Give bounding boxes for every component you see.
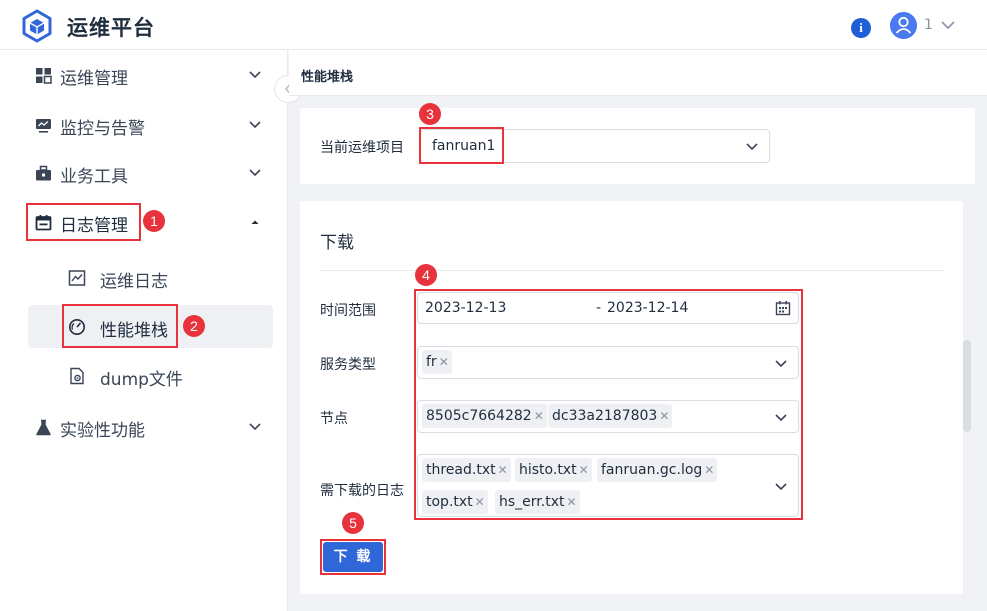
annotation-badge-1: 1 <box>143 210 165 232</box>
annotation-badge-2: 2 <box>183 315 205 337</box>
cube-logo-icon[interactable] <box>20 9 54 43</box>
file-gear-icon <box>70 367 84 385</box>
annotation-badge-4: 4 <box>415 264 437 286</box>
close-icon[interactable]: ✕ <box>659 409 669 423</box>
chevron-down-icon[interactable] <box>940 18 956 32</box>
tag[interactable]: histo.txt ✕ <box>515 458 592 482</box>
nodes-label: 节点 <box>320 411 348 427</box>
tag[interactable]: fr ✕ <box>422 350 452 374</box>
download-button[interactable]: 下 载 <box>323 542 383 572</box>
user-name[interactable]: 1 <box>924 17 933 33</box>
close-icon[interactable]: ✕ <box>566 495 576 509</box>
sidebar-item-label: 实验性功能 <box>60 421 145 441</box>
date-separator: - <box>596 300 602 316</box>
close-icon[interactable]: ✕ <box>704 463 714 477</box>
chart-icon <box>68 270 86 286</box>
sidebar-subitem-label: 运维日志 <box>100 272 168 292</box>
sidebar-item-business-tools[interactable]: 业务工具 <box>0 153 288 193</box>
avatar[interactable] <box>890 12 917 39</box>
breadcrumb-bar: 性能堆栈 <box>289 50 987 96</box>
breadcrumb: 性能堆栈 <box>301 70 354 85</box>
calendar-icon <box>35 215 52 231</box>
monitor-icon <box>36 119 51 133</box>
sidebar-subitem-ops-log[interactable]: 运维日志 <box>28 256 273 299</box>
calendar-icon[interactable] <box>775 300 791 316</box>
sidebar-subitem-label: dump文件 <box>100 370 183 390</box>
sidebar-subitem-dump-files[interactable]: dump文件 <box>28 354 273 397</box>
chevron-up-icon <box>251 220 259 224</box>
section-divider <box>320 270 943 271</box>
tag[interactable]: thread.txt ✕ <box>422 458 511 482</box>
chevron-down-icon <box>249 423 261 431</box>
service-type-select[interactable] <box>417 346 799 379</box>
date-end[interactable]: 2023-12-14 <box>607 300 688 316</box>
close-icon[interactable]: ✕ <box>498 463 508 477</box>
chevron-down-icon <box>249 169 261 177</box>
chevron-down-icon <box>775 414 787 422</box>
chevron-down-icon <box>775 483 787 491</box>
chevron-down-icon <box>775 360 787 368</box>
sidebar-item-monitoring[interactable]: 监控与告警 <box>0 105 288 145</box>
tag[interactable]: top.txt ✕ <box>422 490 488 514</box>
chevron-down-icon <box>249 71 261 79</box>
date-start[interactable]: 2023-12-13 <box>425 300 506 316</box>
gauge-icon <box>69 319 85 335</box>
flask-icon <box>36 419 51 436</box>
tag[interactable]: dc33a2187803 ✕ <box>548 404 673 428</box>
toolbox-icon <box>36 165 51 181</box>
time-range-label: 时间范围 <box>320 303 376 319</box>
close-icon[interactable]: ✕ <box>534 409 544 423</box>
sidebar-subitem-label: 性能堆栈 <box>100 321 168 341</box>
close-icon[interactable]: ✕ <box>439 355 449 369</box>
sidebar-item-ops-management[interactable]: 运维管理 <box>0 55 288 95</box>
tag[interactable]: hs_err.txt ✕ <box>495 490 580 514</box>
project-label: 当前运维项目 <box>320 140 404 156</box>
tag[interactable]: 8505c7664282 ✕ <box>422 404 547 428</box>
top-bar: 运维平台 i 1 <box>0 0 987 50</box>
project-select[interactable]: fanruan1 <box>420 129 770 163</box>
sidebar-item-label: 监控与告警 <box>60 119 145 139</box>
project-select-value: fanruan1 <box>432 138 496 154</box>
download-card <box>300 201 963 594</box>
sidebar-item-label: 业务工具 <box>60 167 128 187</box>
tag[interactable]: fanruan.gc.log ✕ <box>597 458 718 482</box>
close-icon[interactable]: ✕ <box>475 495 485 509</box>
sidebar-item-experimental[interactable]: 实验性功能 <box>0 407 288 447</box>
chevron-down-icon <box>249 121 261 129</box>
close-icon[interactable]: ✕ <box>579 463 589 477</box>
annotation-badge-3: 3 <box>419 103 441 125</box>
annotation-badge-5: 5 <box>342 512 364 534</box>
info-icon[interactable]: i <box>851 18 871 38</box>
service-type-label: 服务类型 <box>320 357 376 373</box>
grid-icon <box>36 68 52 84</box>
download-section-title: 下载 <box>320 233 354 253</box>
sidebar-subitem-performance-stack[interactable]: 性能堆栈 <box>28 305 273 348</box>
chevron-down-icon <box>746 143 758 151</box>
logs-label: 需下载的日志 <box>320 483 404 499</box>
app-title: 运维平台 <box>67 16 155 40</box>
sidebar-item-label: 运维管理 <box>60 69 128 89</box>
scrollbar[interactable] <box>963 340 971 432</box>
sidebar-item-label: 日志管理 <box>60 216 128 236</box>
